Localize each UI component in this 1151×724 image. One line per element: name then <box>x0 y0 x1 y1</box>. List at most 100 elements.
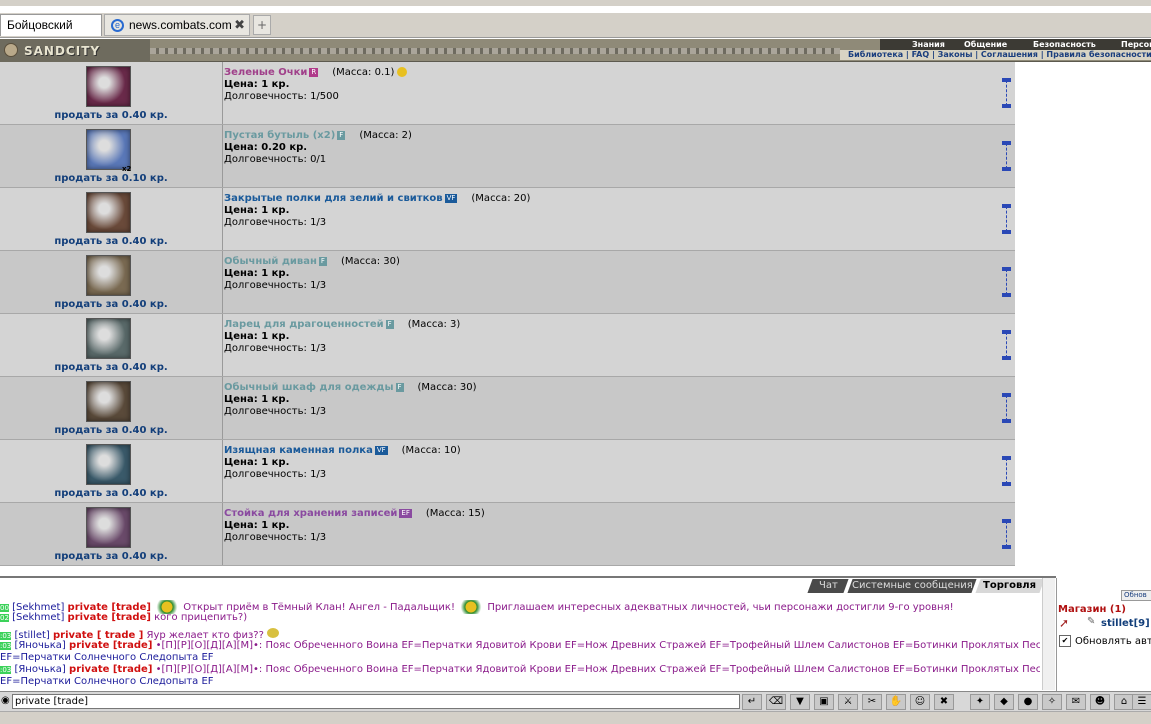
shelf-icon[interactable] <box>86 192 131 233</box>
bag-icon[interactable]: ◆ <box>994 694 1014 710</box>
item-row: продать за 0.40 кр. Стойка для хранения з… <box>0 503 1015 566</box>
chat-message: •[П][Р][О][Д][А][М]•: Пояс Обреченного В… <box>155 664 1040 675</box>
item-mass: (Масса: 3) <box>407 319 461 330</box>
mask-icon[interactable]: ☻ <box>1090 694 1110 710</box>
chat-private-tag[interactable]: private [trade] <box>69 664 152 675</box>
tab-chat-label: Чат <box>818 580 838 591</box>
filter-icon[interactable]: ▼ <box>790 694 810 710</box>
fight-icon[interactable]: ⚔ <box>838 694 858 710</box>
expand-arrow-icon[interactable] <box>1000 204 1014 234</box>
sub-nav-links[interactable]: Библиотека | FAQ | Законы | Соглашения |… <box>848 50 1151 60</box>
sell-link[interactable]: продать за 0.40 кр. <box>0 110 222 121</box>
expand-arrow-icon[interactable] <box>1000 456 1014 486</box>
item-name-link[interactable]: Закрытые полки для зелий и свитков <box>224 193 443 204</box>
auto-refresh-checkbox[interactable]: ✔ <box>1059 635 1071 647</box>
auto-refresh-label: Обновлять авт <box>1075 636 1151 647</box>
item-name-link[interactable]: Зеленые Очки <box>224 67 307 78</box>
tab-chat[interactable]: Чат <box>807 579 849 593</box>
rune-icon[interactable]: ✧ <box>1042 694 1062 710</box>
item-name-link[interactable]: Пустая бутыль (x2) <box>224 130 335 141</box>
chat-user[interactable]: [Sekhmet] <box>12 612 64 623</box>
column-divider <box>222 377 223 439</box>
wardrobe-icon[interactable] <box>86 381 131 422</box>
arrow-down-cap <box>1002 482 1011 486</box>
site-logo[interactable]: SANDCITY <box>0 39 150 62</box>
exit-icon[interactable]: ✖ <box>934 694 954 710</box>
save-icon[interactable]: ▣ <box>814 694 834 710</box>
gold-icon[interactable]: ● <box>1018 694 1038 710</box>
chain-divider <box>150 48 840 54</box>
sofa-icon[interactable] <box>86 255 131 296</box>
tab-news[interactable]: e news.combats.com ✖ <box>104 14 250 36</box>
item-mass: (Масса: 30) <box>417 382 477 393</box>
expand-arrow-icon[interactable] <box>1000 267 1014 297</box>
user-link[interactable]: stillet[9] <box>1101 618 1150 629</box>
item-name-link[interactable]: Обычный шкаф для одежды <box>224 382 394 393</box>
nav-knowledge[interactable]: Знания <box>912 39 945 50</box>
chat-line: 02 [Sekhmet] private [trade] кого прицеп… <box>0 612 1040 624</box>
tab-system-messages[interactable]: Системные сообщения <box>847 579 977 593</box>
page-blank-area <box>1015 62 1151 576</box>
bottle-icon[interactable] <box>86 129 131 170</box>
scroll-icon[interactable]: ✉ <box>1066 694 1086 710</box>
chat-mode-icon[interactable]: ◉ <box>1 695 10 706</box>
sell-link[interactable]: продать за 0.40 кр. <box>0 425 222 436</box>
expand-arrow-icon[interactable] <box>1000 330 1014 360</box>
item-name-link[interactable]: Обычный диван <box>224 256 317 267</box>
chat-line: EF=Перчатки Солнечного Следопыта EF <box>0 676 1040 688</box>
sell-link[interactable]: продать за 0.40 кр. <box>0 551 222 562</box>
chat-scrollbar[interactable] <box>1042 578 1055 690</box>
more-icon[interactable]: ☰ <box>1132 694 1151 710</box>
settings-icon[interactable]: ✂ <box>862 694 882 710</box>
sell-link[interactable]: продать за 0.40 кр. <box>0 299 222 310</box>
sell-link[interactable]: продать за 0.10 кр. <box>0 173 222 184</box>
item-name-link[interactable]: Изящная каменная полка <box>224 445 373 456</box>
item-mass: (Масса: 10) <box>401 445 461 456</box>
clear-icon[interactable]: ⌫ <box>766 694 786 710</box>
item-mass: (Масса: 15) <box>425 508 485 519</box>
chat-input[interactable]: private [trade] <box>12 694 740 709</box>
item-name-link[interactable]: Ларец для драгоценностей <box>224 319 384 330</box>
close-tab-icon[interactable]: ✖ <box>234 15 245 35</box>
nav-character[interactable]: Персон <box>1121 39 1151 50</box>
expand-arrow-icon[interactable] <box>1000 78 1014 108</box>
goggles-icon[interactable] <box>86 66 131 107</box>
chat-private-tag[interactable]: private [trade] <box>68 612 151 623</box>
new-tab-button[interactable]: + <box>253 15 271 35</box>
hand-icon[interactable]: ✋ <box>886 694 906 710</box>
site-header: SANDCITY Знания Общение Безопасность Пер… <box>0 39 1151 62</box>
item-info: Закрытые полки для зелий и свитков VF (Мас… <box>224 193 530 229</box>
nav-community[interactable]: Общение <box>964 39 1007 50</box>
chat-line: :03 [Яночька] private [trade] •[П][Р][О]… <box>0 640 1040 652</box>
casket-icon[interactable] <box>86 318 131 359</box>
chat-user[interactable]: [Яночька] <box>14 640 65 651</box>
tab-combats-club[interactable]: Бойцовский клуб <box>0 14 102 52</box>
item-row: продать за 0.40 кр. Ларец для драгоценнос… <box>0 314 1015 377</box>
item-row: x2 продать за 0.10 кр. Пустая бутыль (x2) F… <box>0 125 1015 188</box>
stone-shelf-icon[interactable] <box>86 444 131 485</box>
address-bar[interactable] <box>0 0 1151 6</box>
magic-icon[interactable]: ✦ <box>970 694 990 710</box>
records-stand-icon[interactable] <box>86 507 131 548</box>
tab-trade[interactable]: Торговля <box>975 579 1045 593</box>
sell-link[interactable]: продать за 0.40 кр. <box>0 362 222 373</box>
sell-link[interactable]: продать за 0.40 кр. <box>0 488 222 499</box>
item-name-link[interactable]: Стойка для хранения записей <box>224 508 397 519</box>
item-rarity-badge: F <box>395 382 404 392</box>
arrow-line <box>1006 80 1007 106</box>
house-icon[interactable]: ⌂ <box>1114 694 1134 710</box>
expand-arrow-icon[interactable] <box>1000 141 1014 171</box>
refresh-button[interactable]: Обнов <box>1121 590 1151 601</box>
expand-arrow-icon[interactable] <box>1000 393 1014 423</box>
arrow-line <box>1006 521 1007 547</box>
item-durability: Долговечность: 1/3 <box>224 469 327 480</box>
nav-security[interactable]: Безопасность <box>1033 39 1096 50</box>
arrow-down-cap <box>1002 293 1011 297</box>
smile-icon[interactable]: ☺ <box>910 694 930 710</box>
sell-link[interactable]: продать за 0.40 кр. <box>0 236 222 247</box>
chat-user[interactable]: [Яночька] <box>14 664 65 675</box>
send-icon[interactable]: ↵ <box>742 694 762 710</box>
expand-arrow-icon[interactable] <box>1000 519 1014 549</box>
item-durability: Долговечность: 1/3 <box>224 280 327 291</box>
chat-private-tag[interactable]: private [trade] <box>69 640 152 651</box>
